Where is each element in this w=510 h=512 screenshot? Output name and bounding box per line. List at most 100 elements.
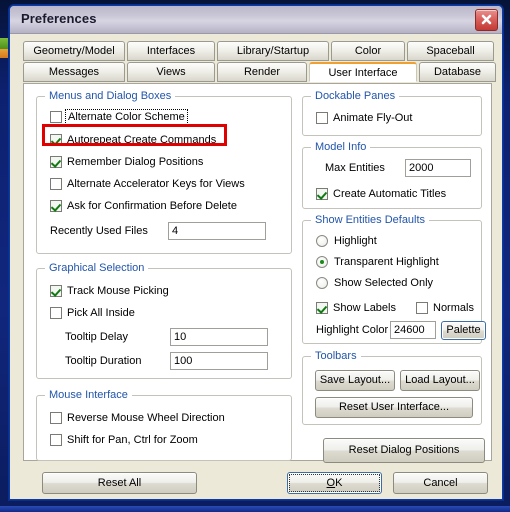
reset-user-interface-button[interactable]: Reset User Interface... (315, 397, 473, 418)
field-label: Recently Used Files (50, 225, 148, 237)
group-label-toolbars: Toolbars (311, 350, 361, 362)
checkbox-shift-for-pan[interactable]: Shift for Pan, Ctrl for Zoom (50, 432, 198, 448)
tab-messages[interactable]: Messages (23, 62, 125, 82)
group-label-graphical-selection: Graphical Selection (45, 262, 149, 274)
checkbox-box[interactable] (316, 188, 328, 200)
group-label-show-entities: Show Entities Defaults (311, 214, 430, 226)
radio-button[interactable] (316, 256, 328, 268)
radio-show-selected-only[interactable]: Show Selected Only (316, 275, 433, 291)
checkbox-create-automatic-titles[interactable]: Create Automatic Titles (316, 186, 446, 202)
radio-highlight[interactable]: Highlight (316, 233, 377, 249)
tooltip-delay-input[interactable]: 10 (170, 328, 268, 346)
checkbox-label: Autorepeat Create Commands (67, 134, 217, 146)
checkbox-label: Reverse Mouse Wheel Direction (67, 412, 225, 424)
checkbox-box[interactable] (50, 200, 62, 212)
highlight-color-input[interactable]: 24600 (390, 321, 436, 339)
checkbox-label: Track Mouse Picking (67, 285, 169, 297)
group-show-entities-defaults: Show Entities Defaults Highlight Transpa… (302, 214, 486, 344)
checkbox-ask-for-confirmation[interactable]: Ask for Confirmation Before Delete (50, 198, 237, 214)
load-layout-button[interactable]: Load Layout... (400, 370, 480, 391)
checkbox-box[interactable] (50, 156, 62, 168)
radio-label: Highlight (334, 235, 377, 247)
tab-geometry-model[interactable]: Geometry/Model (23, 41, 125, 61)
max-entities-input[interactable]: 2000 (405, 159, 471, 177)
group-model-info: Model Info Max Entities 2000 Create Auto… (302, 141, 482, 209)
radio-button[interactable] (316, 277, 328, 289)
group-dockable-panes: Dockable Panes Animate Fly-Out (302, 90, 482, 136)
window-title: Preferences (21, 11, 97, 26)
tab-strip: Geometry/Model Interfaces Library/Startu… (23, 41, 496, 83)
preferences-dialog: Preferences Geometry/Model Interfaces Li… (9, 5, 503, 500)
checkbox-box[interactable] (50, 178, 62, 190)
field-tooltip-duration: Tooltip Duration 100 (65, 352, 268, 370)
palette-button[interactable]: Palette (441, 320, 486, 340)
tab-user-interface[interactable]: User Interface (309, 62, 417, 82)
checkbox-label: Show Labels (333, 302, 396, 314)
checkbox-reverse-mouse-wheel[interactable]: Reverse Mouse Wheel Direction (50, 410, 225, 426)
field-tooltip-delay: Tooltip Delay 10 (65, 328, 268, 346)
group-label-model-info: Model Info (311, 141, 371, 153)
tab-spaceball[interactable]: Spaceball (407, 41, 494, 61)
group-label-menus: Menus and Dialog Boxes (45, 90, 176, 102)
checkbox-box[interactable] (50, 111, 62, 123)
tab-row-2: Messages Views Render User Interface Dat… (23, 62, 496, 82)
checkbox-pick-all-inside[interactable]: Pick All Inside (50, 305, 135, 321)
checkbox-alternate-color-scheme[interactable]: Alternate Color Scheme (50, 109, 188, 125)
checkbox-label: Animate Fly-Out (333, 112, 413, 124)
field-label: Max Entities (325, 162, 385, 174)
checkbox-show-labels[interactable]: Show Labels (316, 300, 396, 316)
radio-transparent-highlight[interactable]: Transparent Highlight (316, 254, 439, 270)
group-label-mouse-interface: Mouse Interface (45, 389, 132, 401)
checkbox-alternate-accelerator-keys[interactable]: Alternate Accelerator Keys for Views (50, 176, 245, 192)
group-graphical-selection: Graphical Selection Track Mouse Picking … (36, 262, 292, 379)
dialog-body: Geometry/Model Interfaces Library/Startu… (10, 34, 502, 499)
field-label: Highlight Color (316, 324, 389, 336)
dialog-footer: Reset All OK Cancel (10, 466, 502, 499)
checkbox-track-mouse-picking[interactable]: Track Mouse Picking (50, 283, 169, 299)
tooltip-duration-input[interactable]: 100 (170, 352, 268, 370)
group-mouse-interface: Mouse Interface Reverse Mouse Wheel Dire… (36, 389, 292, 461)
group-label-dockable-panes: Dockable Panes (311, 90, 400, 102)
title-bar: Preferences (10, 6, 502, 34)
field-max-entities: Max Entities 2000 (325, 159, 471, 177)
field-highlight-color: Highlight Color 24600 Palette (316, 320, 486, 340)
tab-database[interactable]: Database (419, 62, 496, 82)
tab-color[interactable]: Color (331, 41, 405, 61)
cancel-button[interactable]: Cancel (393, 472, 488, 494)
checkbox-remember-dialog-positions[interactable]: Remember Dialog Positions (50, 154, 203, 170)
taskbar (0, 506, 510, 512)
checkbox-box[interactable] (316, 112, 328, 124)
reset-dialog-positions-button[interactable]: Reset Dialog Positions (323, 438, 485, 463)
radio-label: Show Selected Only (334, 277, 434, 289)
checkbox-label: Pick All Inside (67, 307, 135, 319)
radio-button[interactable] (316, 235, 328, 247)
checkbox-label: Alternate Accelerator Keys for Views (67, 178, 245, 190)
checkbox-box[interactable] (50, 285, 62, 297)
checkbox-label: Ask for Confirmation Before Delete (67, 200, 237, 212)
checkbox-animate-fly-out[interactable]: Animate Fly-Out (316, 110, 412, 126)
tab-row-1: Geometry/Model Interfaces Library/Startu… (23, 41, 494, 61)
group-menus-and-dialog-boxes: Menus and Dialog Boxes Alternate Color S… (36, 90, 292, 254)
checkbox-autorepeat-create-commands[interactable]: Autorepeat Create Commands (50, 132, 216, 148)
tab-render[interactable]: Render (217, 62, 307, 82)
field-label: Tooltip Delay (65, 331, 128, 343)
save-layout-button[interactable]: Save Layout... (315, 370, 395, 391)
tab-views[interactable]: Views (127, 62, 215, 82)
checkbox-normals[interactable]: Normals (416, 300, 474, 316)
checkbox-box[interactable] (50, 307, 62, 319)
checkbox-box[interactable] (50, 134, 62, 146)
reset-all-button[interactable]: Reset All (42, 472, 197, 494)
checkbox-label: Remember Dialog Positions (67, 156, 204, 168)
ok-button[interactable]: OK (287, 472, 382, 494)
recently-used-files-input[interactable]: 4 (168, 222, 266, 240)
tab-interfaces[interactable]: Interfaces (127, 41, 215, 61)
field-recently-used-files: Recently Used Files 4 (50, 222, 266, 240)
field-label: Tooltip Duration (65, 355, 142, 367)
close-icon[interactable] (475, 9, 498, 31)
checkbox-box[interactable] (50, 412, 62, 424)
checkbox-box[interactable] (416, 302, 428, 314)
checkbox-box[interactable] (316, 302, 328, 314)
tab-library-startup[interactable]: Library/Startup (217, 41, 329, 61)
checkbox-box[interactable] (50, 434, 62, 446)
checkbox-label: Normals (433, 302, 474, 314)
